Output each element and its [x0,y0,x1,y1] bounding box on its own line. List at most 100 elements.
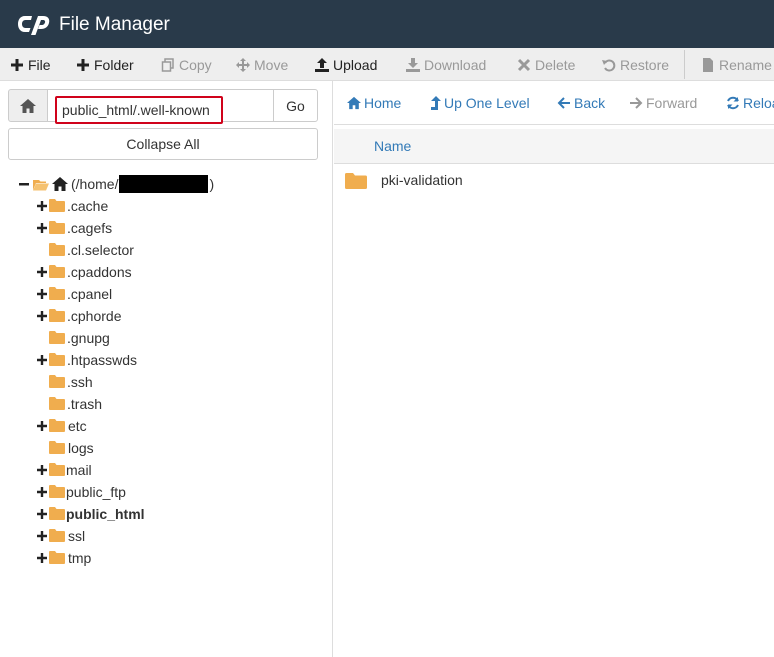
folder-icon [49,265,65,278]
plus-icon[interactable] [37,195,47,217]
new-folder-button[interactable]: Folder [76,48,134,81]
path-input[interactable] [55,96,223,124]
folder-icon [49,331,65,344]
navigation-bar: Home Up One Level Back Forward Reload [334,81,774,125]
level-up-icon [431,96,441,110]
tree-root-prefix: (/home/ [71,176,119,192]
upload-icon [315,57,329,72]
sidebar-folder-label: .cphorde [67,308,122,324]
app-title: File Manager [59,14,170,35]
folder-icon [49,507,65,520]
redacted-username [119,175,209,193]
plus-icon[interactable] [37,349,47,371]
file-row[interactable]: pki-validation [334,169,774,193]
folder-icon [345,173,367,189]
home-button[interactable] [8,89,48,122]
nav-home-button[interactable]: Home [347,81,401,125]
sidebar-folder-label: tmp [68,550,92,566]
sidebar-folder-label: .cache [67,198,109,214]
sidebar-folder-label: .cpanel [67,286,113,302]
folder-icon [49,243,65,256]
minus-icon [19,183,29,186]
plus-icon[interactable] [37,525,47,547]
folder-icon [49,441,65,454]
sidebar-folder-label: public_html [66,506,145,522]
reload-button[interactable]: Reload [726,81,774,125]
sidebar-folder-label: ssl [68,528,86,544]
copy-button[interactable]: Copy [161,48,212,81]
file-list-header: Name [334,129,774,164]
file-icon [703,57,713,72]
folder-icon [49,485,65,498]
undo-icon [602,59,616,71]
plus-icon [77,58,89,71]
forward-button[interactable]: Forward [629,81,697,125]
folder-icon [49,375,65,388]
folder-icon [49,221,65,234]
folder-icon [49,529,65,542]
tree-root-suffix: ) [209,176,215,192]
back-button[interactable]: Back [557,81,605,125]
folder-icon [49,397,65,410]
arrow-left-icon [557,97,570,109]
plus-icon[interactable] [37,547,47,569]
download-icon [406,57,420,72]
sidebar-folder-label: etc [68,418,87,434]
toolbar-divider [684,50,685,79]
sidebar: Go Collapse All (/home/ ) .cache .cagefs.… [0,81,333,657]
home-icon [347,96,361,110]
cpanel-logo-icon [18,16,50,35]
folder-icon [49,309,65,322]
copy-icon [161,57,174,72]
home-icon [52,177,68,191]
download-button[interactable]: Download [406,48,486,81]
plus-icon[interactable] [37,217,47,239]
arrow-right-icon [630,97,643,109]
new-file-button[interactable]: File [10,48,51,81]
name-column-header[interactable]: Name [374,138,411,154]
plus-icon[interactable] [37,305,47,327]
sidebar-folder-label: .cagefs [67,220,113,236]
upload-button[interactable]: Upload [315,48,377,81]
plus-icon [11,58,23,71]
home-icon [20,98,36,113]
toolbar: File Folder Copy Move Upload Download De… [0,48,774,81]
file-name: pki-validation [381,172,463,188]
folder-icon [49,551,65,564]
file-list-pane: Home Up One Level Back Forward Reload Na… [334,81,774,657]
plus-icon[interactable] [37,261,47,283]
plus-icon[interactable] [37,283,47,305]
sidebar-folder-label: .htpasswds [67,352,138,368]
tree-root[interactable]: (/home/ ) [18,173,214,195]
sidebar-folder-label: mail [66,462,92,478]
move-icon [236,57,250,72]
folder-icon [49,287,65,300]
sidebar-folder-label: .trash [67,396,103,412]
plus-icon[interactable] [37,481,47,503]
sidebar-folder-label: public_ftp [66,484,126,500]
refresh-icon [727,96,739,110]
sidebar-folder-label: .ssh [67,374,93,390]
sidebar-folder-label: logs [68,440,94,456]
folder-icon [49,199,65,212]
folder-icon [49,353,65,366]
folder-open-icon [33,179,49,190]
folder-icon [49,419,65,432]
path-input-group [47,89,274,124]
sidebar-folder-label: .gnupg [67,330,110,346]
plus-icon[interactable] [37,459,47,481]
up-one-level-button[interactable]: Up One Level [431,81,530,125]
plus-icon[interactable] [37,415,47,437]
close-icon [517,58,531,71]
titlebar: File Manager [0,0,774,48]
plus-icon[interactable] [37,503,47,525]
delete-button[interactable]: Delete [517,48,575,81]
folder-icon [49,463,65,476]
move-button[interactable]: Move [236,48,288,81]
sidebar-folder-label: .cpaddons [67,264,132,280]
collapse-all-button[interactable]: Collapse All [8,128,318,160]
sidebar-folder-label: .cl.selector [67,242,134,258]
restore-button[interactable]: Restore [602,48,669,81]
go-button[interactable]: Go [273,89,318,122]
rename-button[interactable]: Rename [701,48,772,81]
